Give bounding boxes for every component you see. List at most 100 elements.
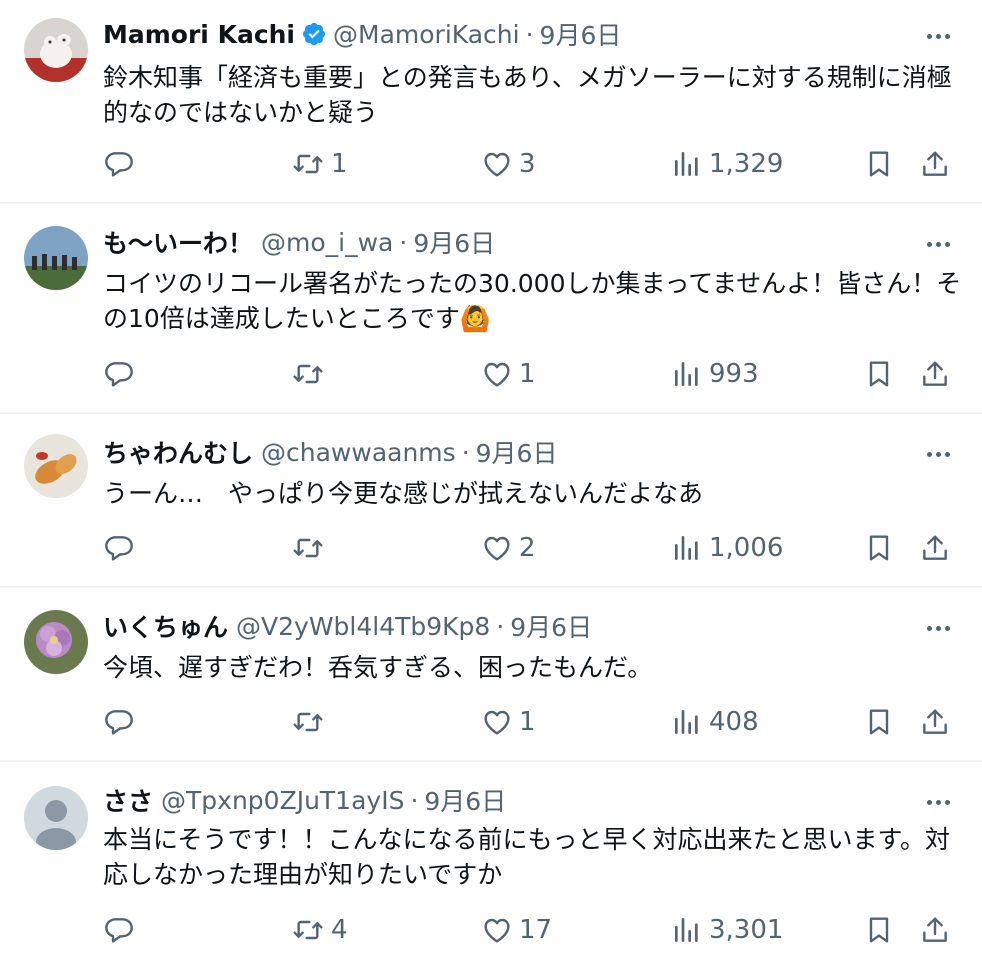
avatar[interactable] [24, 18, 88, 82]
reply-button[interactable] [103, 354, 135, 394]
handle[interactable]: @V2yWbl4l4Tb9Kp8 [236, 612, 490, 641]
retweet-count: 4 [331, 915, 348, 945]
reply-icon [105, 152, 133, 177]
share-icon [923, 535, 947, 560]
views-button[interactable]: 3,301 [671, 910, 783, 950]
timestamp[interactable]: 9月6日 [476, 434, 558, 470]
bookmark-icon [869, 709, 889, 735]
reply-button[interactable] [103, 528, 135, 568]
views-count: 1,006 [709, 533, 784, 563]
like-count: 1 [519, 707, 536, 737]
share-button[interactable] [919, 702, 951, 742]
like-button[interactable]: 3 [481, 144, 536, 184]
views-icon [675, 710, 698, 734]
retweet-button[interactable] [291, 354, 331, 394]
display-name[interactable]: Mamori Kachi [103, 20, 295, 49]
avatar[interactable] [24, 434, 88, 498]
tweet-text: うーん… やっぱり今更な感じが拭えないんだよなあ [103, 479, 704, 508]
share-icon [923, 361, 947, 386]
views-button[interactable]: 408 [671, 702, 759, 742]
separator-dot: · [496, 611, 505, 641]
timestamp[interactable]: 9月6日 [413, 224, 495, 260]
heart-icon [484, 152, 510, 177]
separator-dot: · [525, 19, 534, 49]
bookmark-button[interactable] [863, 144, 895, 184]
retweet-button[interactable] [291, 528, 331, 568]
tweet-header: ささ @Tpxnp0ZJuT1ayIS · 9月6日 [103, 782, 506, 818]
heart-icon [484, 536, 510, 561]
tweet-text: コイツのリコール署名がたったの30.000しか集まってませんよ！皆さん！その10… [103, 269, 962, 333]
retweet-count: 1 [331, 149, 348, 179]
tweet[interactable]: Mamori Kachi @MamoriKachi · 9月6日 鈴木知事「経済… [0, 0, 982, 200]
views-button[interactable]: 993 [671, 354, 759, 394]
views-count: 993 [709, 359, 759, 389]
tweet[interactable]: いくちゅん @V2yWbl4l4Tb9Kp8 · 9月6日 今頃、遅すぎだわ！呑… [0, 588, 982, 760]
timestamp[interactable]: 9月6日 [424, 782, 506, 818]
share-button[interactable] [919, 910, 951, 950]
avatar[interactable] [24, 786, 88, 850]
share-button[interactable] [919, 354, 951, 394]
action-bar: 1 993 [103, 354, 963, 394]
separator-dot: · [461, 437, 470, 467]
display-name[interactable]: いくちゅん [103, 608, 228, 644]
share-icon [923, 709, 947, 734]
display-name[interactable]: ささ [103, 782, 153, 818]
tweet[interactable]: ちゃわんむし @chawwaanms · 9月6日 うーん… やっぱり今更な感じ… [0, 414, 982, 586]
more-icon[interactable] [920, 18, 956, 54]
display-name[interactable]: ちゃわんむし [103, 434, 253, 470]
tweet-text: 鈴木知事「経済も重要」との発言もあり、メガソーラーに対する規制に消極的なのではな… [103, 63, 952, 127]
more-icon[interactable] [920, 610, 956, 646]
bookmark-button[interactable] [863, 702, 895, 742]
action-bar: 2 1,006 [103, 528, 963, 568]
bookmark-button[interactable] [863, 354, 895, 394]
more-icon[interactable] [920, 226, 956, 262]
tweet[interactable]: ささ @Tpxnp0ZJuT1ayIS · 9月6日 本当にそうです！！こんなに… [0, 762, 982, 962]
handle[interactable]: @Tpxnp0ZJuT1ayIS [161, 786, 404, 815]
views-button[interactable]: 1,006 [671, 528, 783, 568]
views-icon [675, 918, 698, 942]
handle[interactable]: @mo_i_wa [261, 228, 393, 257]
reply-icon [105, 362, 133, 387]
verified-badge-icon [301, 21, 327, 47]
like-button[interactable]: 2 [481, 528, 536, 568]
bookmark-button[interactable] [863, 910, 895, 950]
share-button[interactable] [919, 144, 951, 184]
views-count: 3,301 [709, 915, 784, 945]
like-count: 2 [519, 533, 536, 563]
reply-button[interactable] [103, 144, 135, 184]
separator-dot: · [410, 785, 419, 815]
bookmark-icon [869, 535, 889, 561]
like-button[interactable]: 1 [481, 354, 536, 394]
heart-icon [484, 918, 510, 943]
retweet-button[interactable]: 4 [291, 910, 348, 950]
avatar[interactable] [24, 226, 88, 290]
tweet-header: も〜いーわ！ @mo_i_wa · 9月6日 [103, 224, 495, 260]
bookmark-icon [869, 361, 889, 387]
retweet-icon [293, 920, 323, 940]
views-icon [675, 536, 698, 560]
timestamp[interactable]: 9月6日 [540, 16, 622, 52]
views-icon [675, 152, 698, 176]
handle[interactable]: @chawwaanms [261, 438, 456, 467]
reply-icon [105, 710, 133, 735]
share-icon [923, 917, 947, 942]
reply-button[interactable] [103, 910, 135, 950]
like-button[interactable]: 17 [481, 910, 552, 950]
bookmark-button[interactable] [863, 528, 895, 568]
like-button[interactable]: 1 [481, 702, 536, 742]
display-name[interactable]: も〜いーわ！ [103, 224, 253, 260]
retweet-icon [293, 712, 323, 732]
timestamp[interactable]: 9月6日 [510, 608, 592, 644]
reply-button[interactable] [103, 702, 135, 742]
retweet-button[interactable]: 1 [291, 144, 348, 184]
tweet[interactable]: も〜いーわ！ @mo_i_wa · 9月6日 コイツのリコール署名がたったの30… [0, 204, 982, 412]
tweet-header: ちゃわんむし @chawwaanms · 9月6日 [103, 434, 557, 470]
avatar[interactable] [24, 610, 88, 674]
retweet-button[interactable] [291, 702, 331, 742]
share-button[interactable] [919, 528, 951, 568]
views-count: 408 [709, 707, 759, 737]
more-icon[interactable] [920, 436, 956, 472]
handle[interactable]: @MamoriKachi [333, 20, 520, 49]
more-icon[interactable] [920, 784, 956, 820]
views-button[interactable]: 1,329 [671, 144, 783, 184]
